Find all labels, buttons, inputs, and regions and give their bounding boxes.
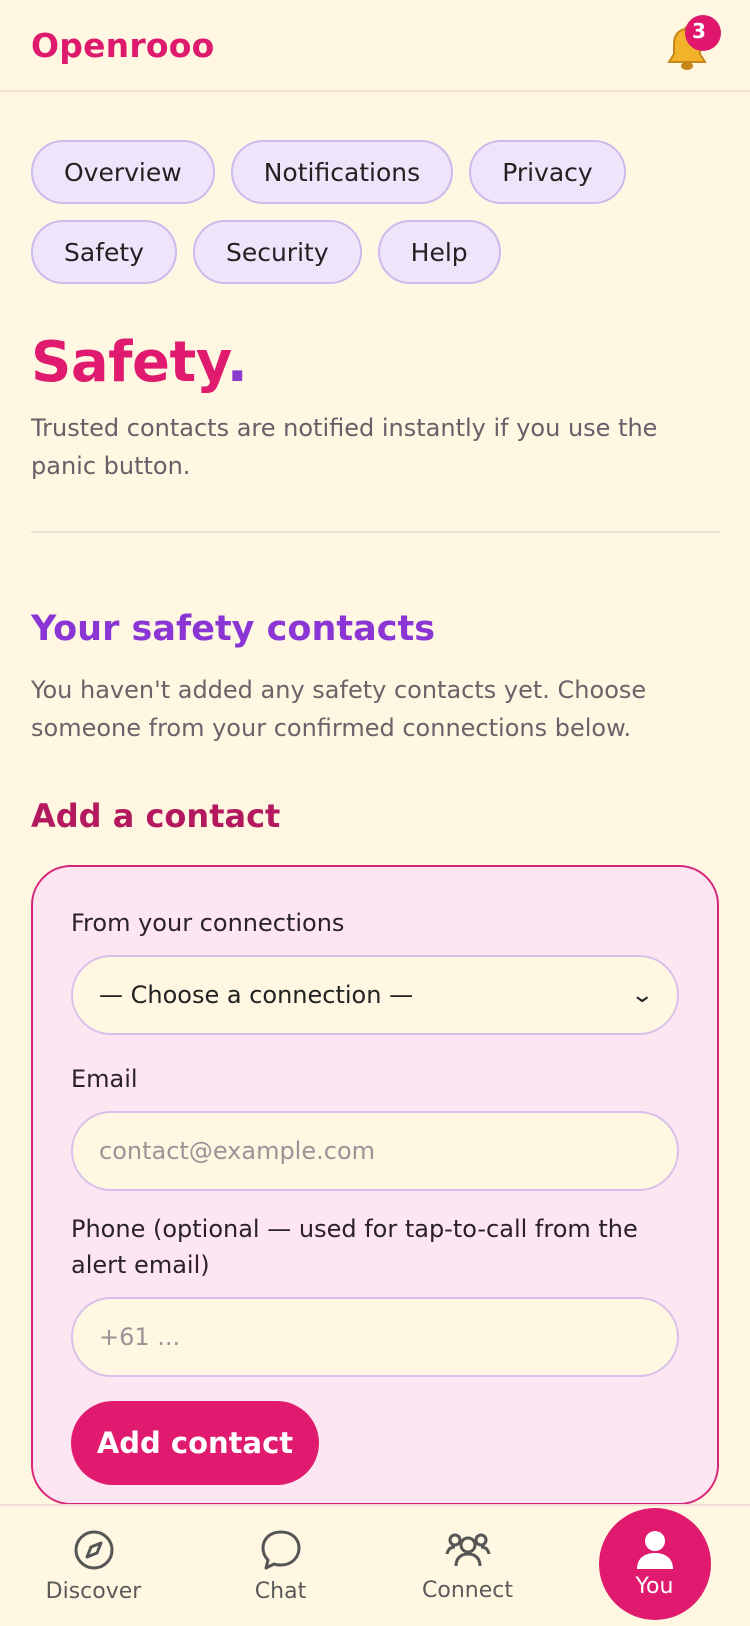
nav-you[interactable]: You	[561, 1505, 748, 1626]
page-description: Trusted contacts are notified instantly …	[31, 414, 658, 480]
add-contact-heading: Add a contact	[31, 797, 281, 835]
nav-connect-label: Connect	[422, 1577, 513, 1603]
chevron-down-icon: ⌄	[629, 982, 654, 1008]
tab-overview[interactable]: Overview	[31, 140, 215, 204]
page-title-dot: .	[226, 330, 248, 395]
nav-you-label: You	[635, 1573, 674, 1599]
tab-notifications[interactable]: Notifications	[230, 140, 454, 204]
connections-label: From your connections	[71, 909, 345, 937]
top-bar: Openrooo 3	[0, 0, 750, 92]
phone-placeholder: +61 ...	[99, 1323, 181, 1351]
page-title: Safety.	[31, 330, 719, 395]
email-placeholder: contact@example.com	[99, 1137, 375, 1165]
tab-privacy[interactable]: Privacy	[469, 140, 626, 204]
tab-help[interactable]: Help	[377, 220, 501, 284]
brand-logo[interactable]: Openrooo	[31, 26, 214, 65]
add-contact-form: From your connections — Choose a connect…	[31, 865, 719, 1505]
nav-discover-label: Discover	[45, 1578, 142, 1604]
nav-connect[interactable]: Connect	[374, 1505, 561, 1626]
section-divider	[31, 531, 720, 533]
notifications-button[interactable]: 3	[659, 15, 721, 75]
phone-field[interactable]: +61 ...	[71, 1297, 679, 1377]
nav-chat[interactable]: Chat	[187, 1505, 374, 1626]
connection-select[interactable]: — Choose a connection — ⌄	[71, 955, 679, 1035]
nav-you-active-indicator: You	[598, 1508, 711, 1620]
nav-discover[interactable]: Discover	[0, 1505, 187, 1626]
nav-chat-label: Chat	[254, 1578, 307, 1604]
email-field[interactable]: contact@example.com	[71, 1111, 679, 1191]
user-icon	[636, 1530, 673, 1569]
add-contact-button[interactable]: Add contact	[71, 1401, 319, 1485]
notification-count-badge: 3	[685, 15, 721, 51]
settings-tabs: Overview Notifications Privacy Safety Se…	[0, 140, 720, 284]
safety-contacts-empty-text: You haven't added any safety contacts ye…	[31, 676, 647, 742]
page-title-text: Safety	[31, 330, 227, 395]
compass-icon	[74, 1530, 113, 1569]
tab-security[interactable]: Security	[192, 220, 362, 284]
email-label: Email	[71, 1065, 138, 1093]
people-icon	[445, 1533, 490, 1566]
safety-settings-page: Openrooo 3 Overview Notifications Privac…	[0, 0, 750, 1626]
chat-bubble-icon	[261, 1530, 300, 1569]
tab-safety[interactable]: Safety	[31, 220, 177, 284]
connection-select-value: — Choose a connection —	[99, 981, 414, 1009]
phone-label: Phone (optional — used for tap-to-call f…	[71, 1215, 638, 1279]
bottom-navigation: Discover Chat Connect You	[0, 1504, 750, 1626]
safety-contacts-heading: Your safety contacts	[31, 609, 436, 649]
